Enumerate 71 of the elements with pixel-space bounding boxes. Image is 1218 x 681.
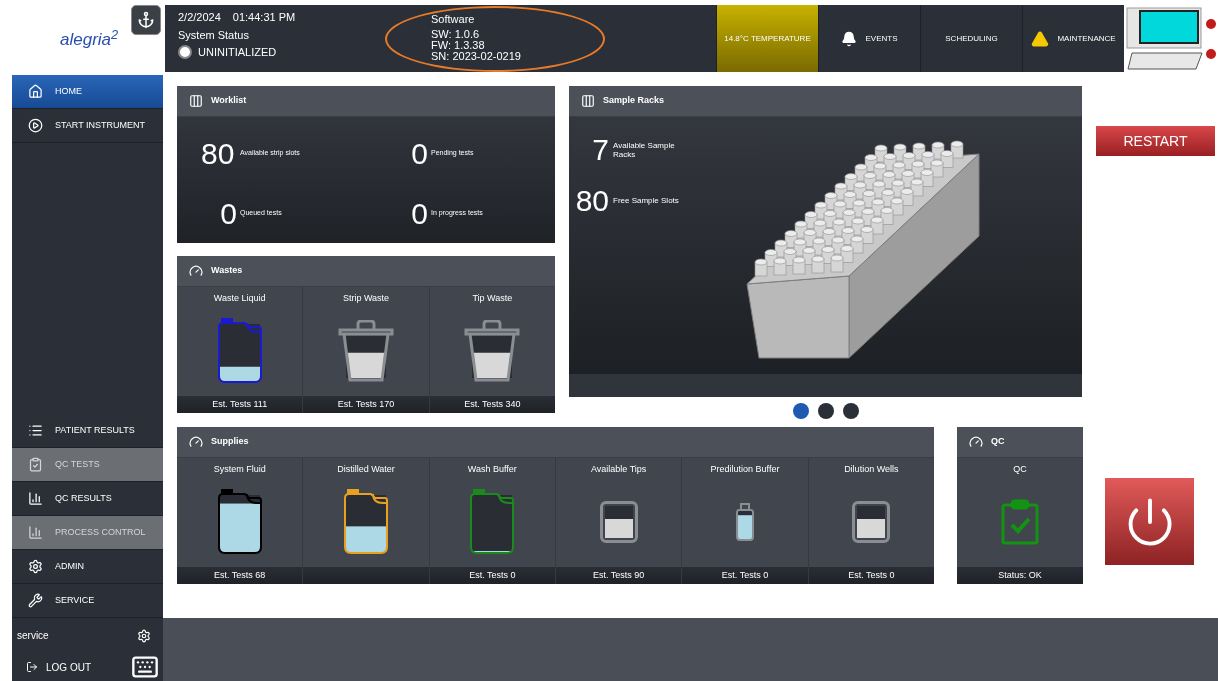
version-text: SN: 2023-02-0219 [431,51,522,62]
status-label: System Status [178,28,250,42]
play-icon [28,118,43,133]
item-label: Dilution Wells [843,463,900,476]
stat-value: 0 [410,195,428,232]
bar-chart-icon [28,491,43,506]
stat-value: 7 [591,132,609,168]
version-text: SW: 1.0.6 [431,29,481,40]
stat-label: Available Sample Racks [613,140,676,159]
stat-label: Free Sample Slots [613,196,680,205]
bar-chart-icon [28,525,43,540]
estimate-label: Est. Tests 340 [464,397,521,411]
power-button[interactable] [1105,478,1194,565]
anchor-button[interactable] [131,5,161,35]
stat-value: 80 [201,135,236,172]
estimate-label: Est. Tests 0 [721,568,769,582]
wrench-icon [28,593,43,608]
logout-button[interactable]: LOG OUT [26,659,91,675]
time-text: 01:44:31 PM [232,10,296,24]
stat-value: 80 [575,183,609,219]
canister-icon [341,488,391,555]
warning-icon [1031,29,1050,48]
item-label: System Fluid [212,463,267,476]
sidebar-item[interactable]: HOME [12,75,163,109]
estimate-label: Est. Tests 90 [592,568,645,582]
item-label: Tip Waste [471,292,514,305]
card-title: Supplies [211,435,249,449]
date-text: 2/2/2024 [178,10,221,24]
stat-value: 0 [410,135,428,172]
estimate-label: Est. Tests 0 [469,568,516,582]
bin-icon [338,319,394,382]
gauge-icon [189,264,203,278]
card-title: Wastes [211,264,243,278]
settings-icon [28,559,43,574]
list-icon [28,423,43,438]
worklist-icon [189,94,203,108]
estimate-label: Est. Tests 111 [212,397,268,411]
settings-icon[interactable] [137,628,151,643]
version-text: FW: 1.3.38 [431,40,486,51]
logo: alegria$^{2}$ [60,27,119,51]
home-icon [28,84,43,99]
card-title: Sample Racks [603,94,665,108]
stat-value: 0 [219,195,237,232]
item-label: Predilution Buffer [709,463,781,476]
item-label: Waste Liquid [212,292,267,305]
anchor-icon [137,11,155,29]
alert-icon [1206,18,1216,29]
restart-button[interactable]: RESTART [1096,126,1215,156]
logout-icon [26,661,38,673]
item-label: Distilled Water [336,463,396,476]
estimate-label: Status: OK [998,568,1042,582]
estimate-label: Est. Tests 68 [214,568,266,582]
bottle-icon [733,501,756,542]
alert-icon [1206,48,1216,59]
bin-icon [464,319,521,382]
item-label: Wash Buffer [466,463,518,476]
clipboard-icon [28,457,43,472]
software-title: Software [431,14,476,25]
estimate-label: Est. Tests 0 [848,568,895,582]
card-title: Worklist [211,94,247,108]
estimate-label: Est. Tests 170 [337,397,395,411]
gauge-icon [969,435,983,449]
card-title: QC [991,435,1005,449]
item-label: Strip Waste [341,292,391,305]
rack-icon [581,94,595,108]
item-label: Available Tips [589,463,648,476]
status-text: UNINITIALIZED [198,45,277,59]
gauge-icon [189,435,203,449]
item-label: QC [1012,463,1028,476]
username-text: service [17,629,49,643]
bell-icon [841,30,858,47]
